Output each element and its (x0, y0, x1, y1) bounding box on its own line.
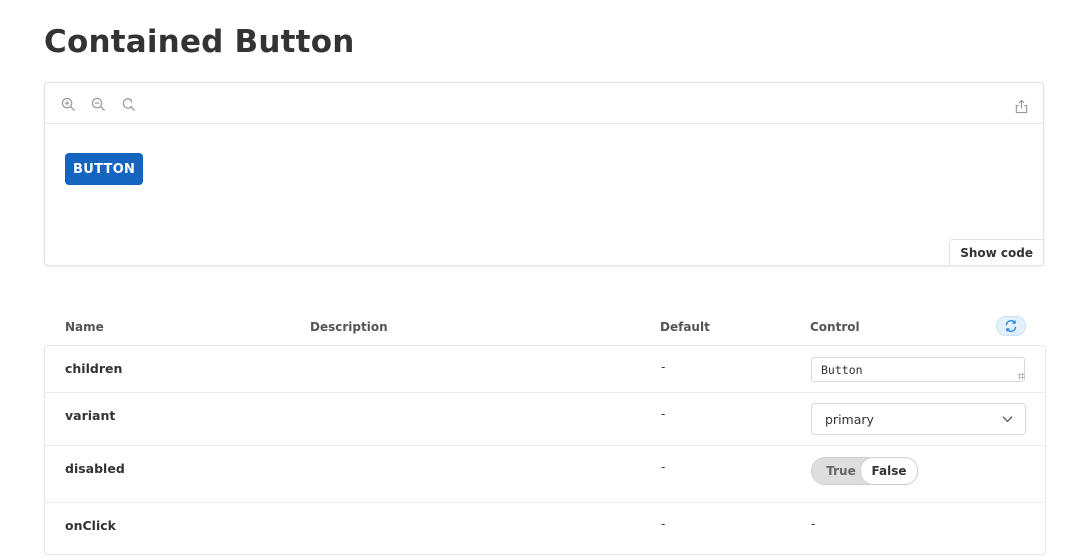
reset-controls-button[interactable] (996, 316, 1026, 336)
story-canvas: BUTTON Show code (44, 82, 1044, 266)
chevron-down-icon (1002, 416, 1013, 423)
show-code-button[interactable]: Show code (949, 239, 1044, 266)
table-row: onClick - - (45, 503, 1045, 556)
table-row: disabled - True False (45, 446, 1045, 503)
arg-default: - (661, 360, 666, 374)
table-row: variant - primary (45, 393, 1045, 446)
toggle-option-true[interactable]: True (816, 458, 866, 484)
header-description: Description (310, 320, 388, 334)
header-name: Name (65, 320, 104, 334)
arg-default: - (661, 460, 666, 474)
disabled-toggle[interactable]: True False (811, 457, 918, 485)
toggle-option-false[interactable]: False (860, 457, 918, 485)
preview-button[interactable]: BUTTON (65, 153, 144, 185)
arg-name: disabled (65, 461, 125, 476)
argtable-header: Name Description Default Control (44, 310, 1046, 346)
resize-grip-icon[interactable] (1018, 373, 1025, 380)
children-text-input[interactable]: Button (811, 357, 1025, 382)
header-default: Default (660, 320, 710, 334)
reset-controls-icon (1005, 320, 1017, 332)
arg-default: - (661, 517, 666, 531)
arg-name: variant (65, 408, 116, 423)
variant-select-value: primary (825, 412, 874, 427)
reset-zoom-icon[interactable] (120, 96, 136, 112)
argtable-body: children - Button variant - primary disa… (44, 345, 1046, 555)
zoom-in-icon[interactable] (60, 96, 76, 112)
onclick-control-placeholder: - (811, 517, 816, 531)
arg-default: - (661, 407, 666, 421)
canvas-toolbar (45, 83, 1043, 124)
header-control: Control (810, 320, 860, 334)
page-title: Contained Button (44, 24, 355, 60)
share-icon[interactable] (1013, 98, 1029, 114)
arg-name: children (65, 361, 123, 376)
variant-select[interactable]: primary (811, 403, 1026, 435)
table-row: children - Button (45, 346, 1045, 393)
zoom-out-icon[interactable] (90, 96, 106, 112)
arg-name: onClick (65, 518, 116, 533)
